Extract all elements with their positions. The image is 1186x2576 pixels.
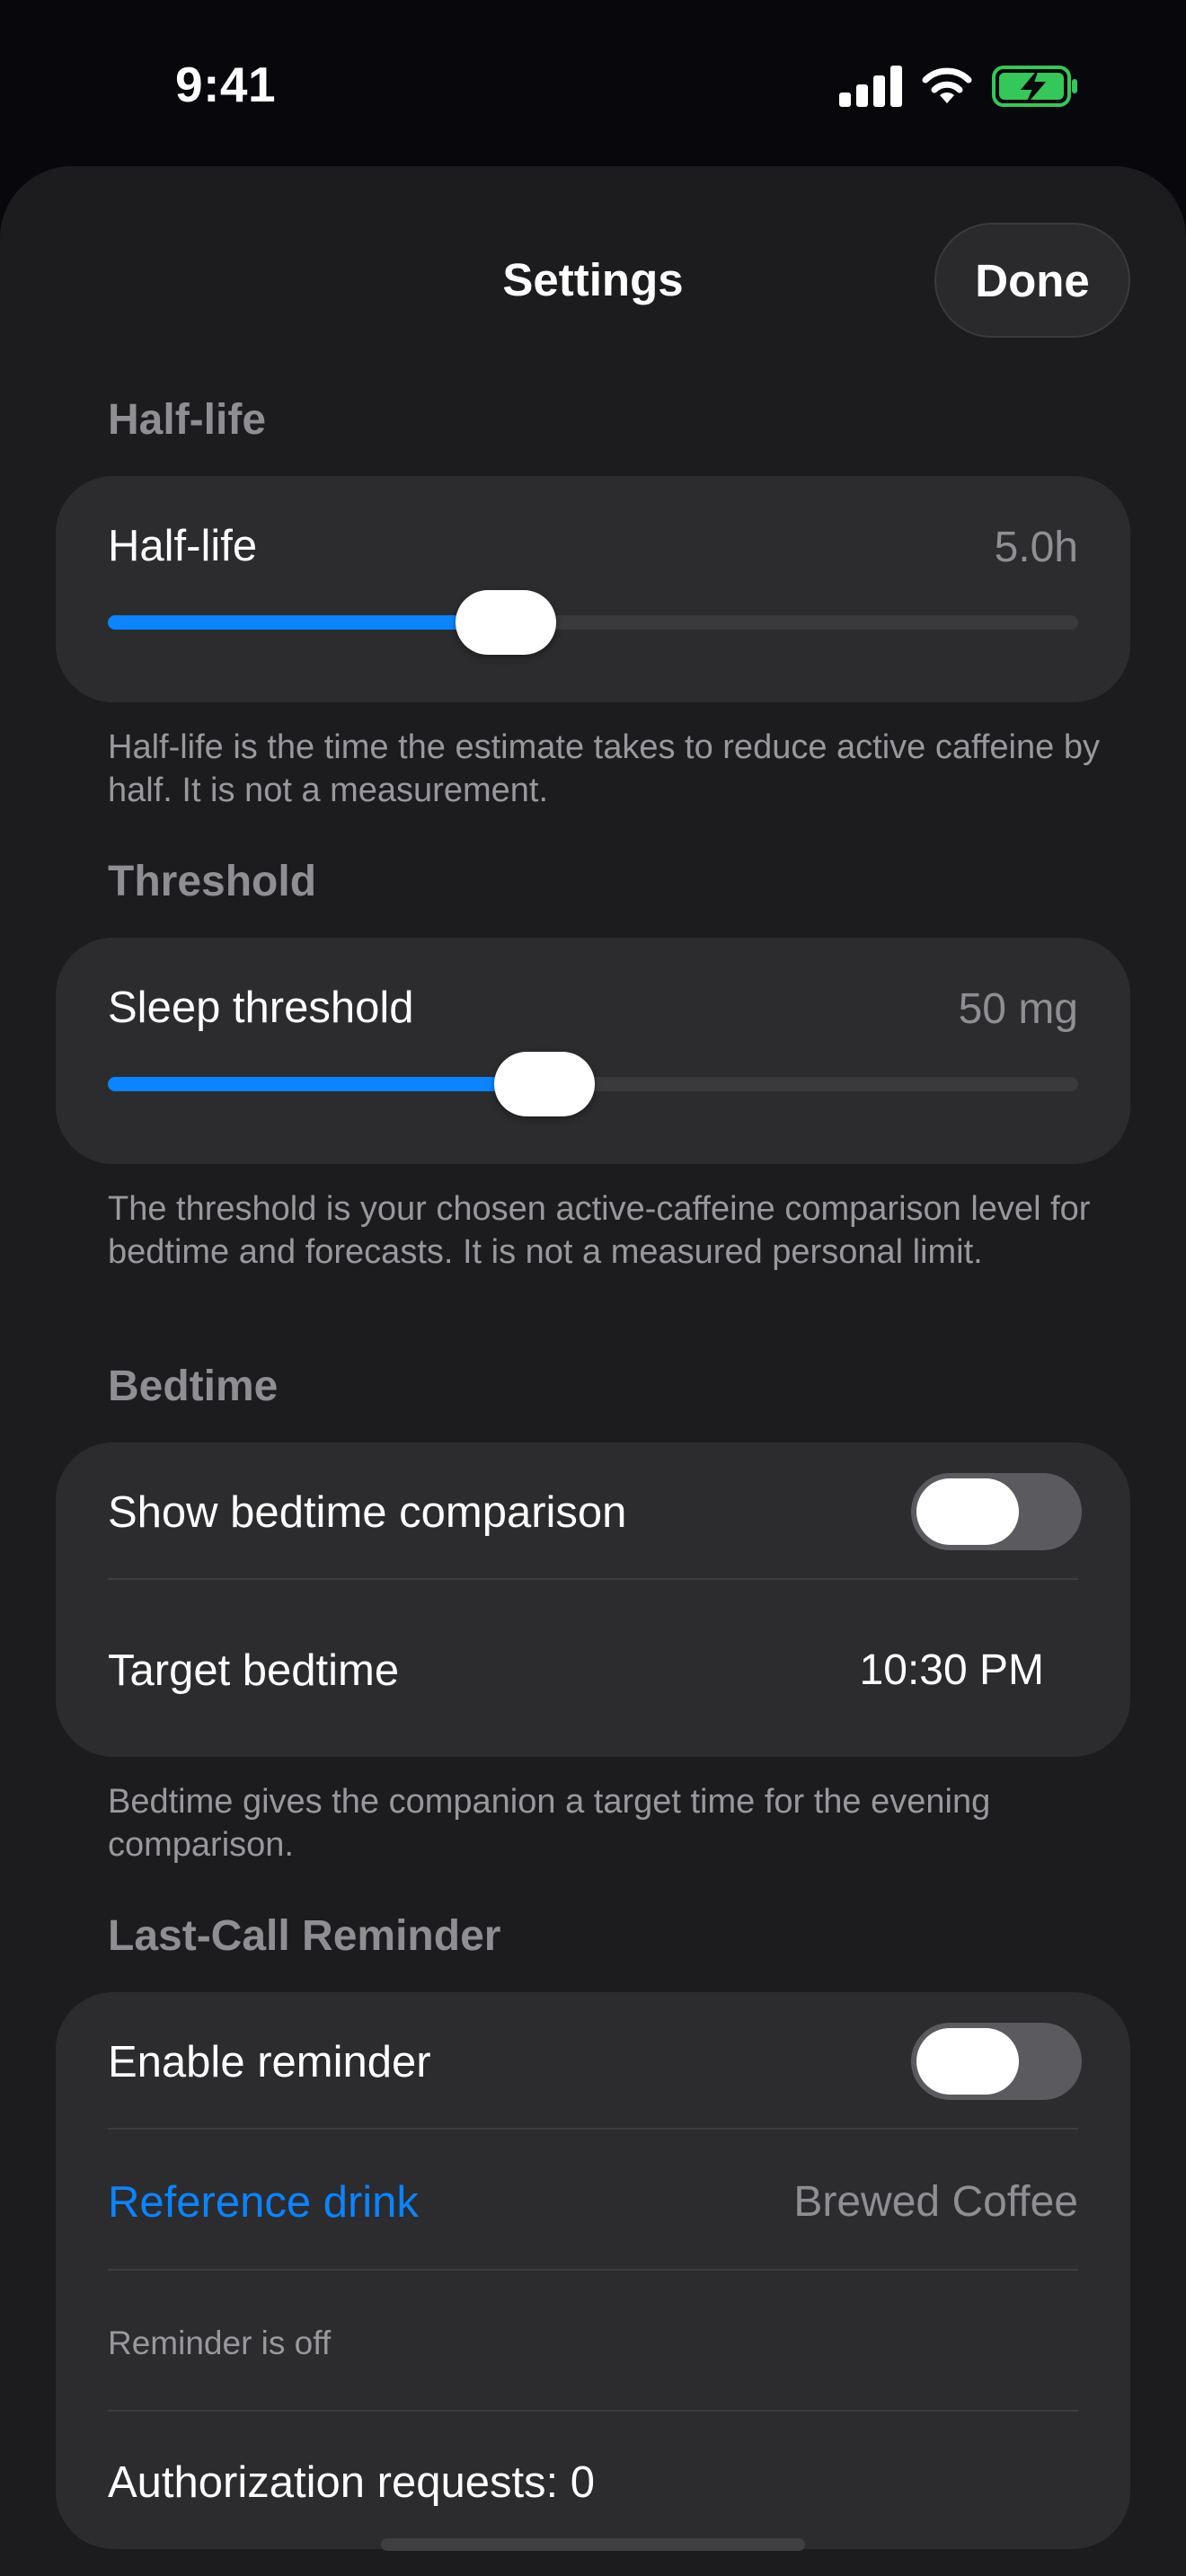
section-header-last-call-reminder: Last-Call Reminder xyxy=(108,1912,501,1960)
reference-drink-value: Brewed Coffee xyxy=(793,2178,1078,2226)
home-indicator xyxy=(381,2538,805,2551)
target-bedtime-value[interactable]: 10:30 PM xyxy=(860,1645,1044,1695)
half-life-footnote: Half-life is the time the estimate takes… xyxy=(108,728,1100,809)
status-icons xyxy=(839,65,1078,108)
wifi-icon xyxy=(922,67,972,103)
bedtime-card: Show bedtime comparison Target bedtime 1… xyxy=(56,1442,1130,1757)
done-button[interactable]: Done xyxy=(934,223,1130,338)
sleep-threshold-label: Sleep threshold xyxy=(108,984,414,1032)
half-life-card: Half-life 5.0h xyxy=(56,476,1130,702)
show-bedtime-comparison-toggle[interactable] xyxy=(911,1473,1082,1550)
battery-charging-icon xyxy=(992,66,1077,107)
bedtime-footnote: Bedtime gives the companion a target tim… xyxy=(108,1783,991,1864)
half-life-slider-thumb[interactable] xyxy=(455,590,556,655)
threshold-footnote: The threshold is your chosen active-caff… xyxy=(108,1190,1091,1271)
cellular-signal-icon xyxy=(839,66,902,107)
enable-reminder-toggle[interactable] xyxy=(911,2023,1082,2100)
sleep-threshold-slider-fill xyxy=(108,1077,544,1091)
section-header-half-life: Half-life xyxy=(108,396,267,444)
half-life-slider[interactable] xyxy=(108,590,1078,655)
divider xyxy=(108,2269,1078,2271)
status-time: 9:41 xyxy=(175,57,277,112)
divider xyxy=(108,1578,1078,1580)
toggle-knob xyxy=(916,2028,1019,2095)
section-header-bedtime: Bedtime xyxy=(108,1363,279,1410)
reminder-status-text: Reminder is off xyxy=(108,2325,332,2361)
show-bedtime-comparison-label: Show bedtime comparison xyxy=(108,1488,627,1537)
sleep-threshold-value: 50 mg xyxy=(958,985,1078,1033)
section-header-threshold: Threshold xyxy=(108,858,317,905)
sleep-threshold-slider[interactable] xyxy=(108,1052,1078,1116)
half-life-value: 5.0h xyxy=(994,524,1078,571)
threshold-card: Sleep threshold 50 mg xyxy=(56,938,1130,1164)
enable-reminder-label: Enable reminder xyxy=(108,2038,431,2086)
sleep-threshold-slider-thumb[interactable] xyxy=(494,1052,595,1116)
divider xyxy=(108,2128,1078,2130)
reminder-card: Enable reminder Reference drink Brewed C… xyxy=(56,1992,1130,2549)
settings-screen: 9:41 Settings Done Half-life Half-life 5… xyxy=(0,0,1186,2576)
half-life-slider-fill xyxy=(108,615,506,630)
reference-drink-link[interactable]: Reference drink xyxy=(108,2177,419,2228)
target-bedtime-label: Target bedtime xyxy=(108,1646,400,1695)
half-life-label: Half-life xyxy=(108,522,258,570)
divider xyxy=(108,2410,1078,2412)
authorization-requests-text: Authorization requests: 0 xyxy=(108,2458,596,2507)
status-bar: 9:41 xyxy=(0,0,1186,162)
toggle-knob xyxy=(916,1478,1019,1545)
